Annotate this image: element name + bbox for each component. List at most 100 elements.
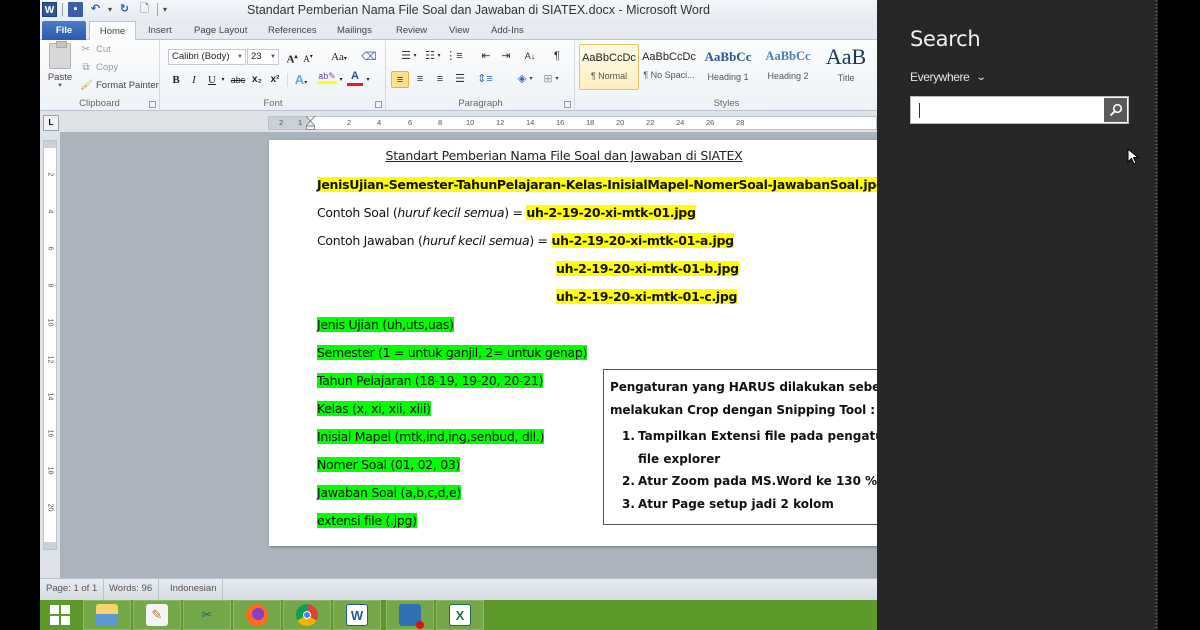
start-button[interactable] bbox=[40, 600, 80, 630]
bold-button[interactable]: B bbox=[169, 72, 183, 88]
style-sample: AaBbCc bbox=[704, 49, 752, 64]
tab-file[interactable]: File bbox=[42, 21, 86, 40]
taskbar-chrome[interactable] bbox=[283, 600, 331, 630]
strikethrough-button[interactable]: abc bbox=[229, 72, 247, 88]
document-page[interactable]: Standart Pemberian Nama File Soal dan Ja… bbox=[269, 140, 877, 546]
document-area[interactable]: Standart Pemberian Nama File Soal dan Ja… bbox=[60, 132, 877, 578]
paste-button[interactable]: Paste ▼ bbox=[45, 41, 75, 93]
highlight-color-button[interactable]: ab✎ bbox=[317, 70, 337, 86]
word-count[interactable]: Words: 96 bbox=[103, 579, 160, 600]
tab-view[interactable]: View bbox=[441, 21, 477, 40]
indent-marker-icon[interactable] bbox=[306, 116, 315, 130]
legend-item: extensi file (.jpg) bbox=[317, 513, 417, 528]
ruler-label: 20 bbox=[46, 503, 54, 512]
legend-item: Jawaban Soal (a,b,c,d,e) bbox=[317, 485, 461, 500]
font-group-label: Font bbox=[263, 98, 283, 109]
font-color-button[interactable]: A bbox=[347, 70, 363, 86]
clipboard-group: Paste ▼ ✂ Cut ⧉ Copy 🖌 Format Painter Cl… bbox=[40, 40, 160, 111]
instruction-step: 1.Tampilkan Extensi file pada pengaturan… bbox=[610, 425, 877, 470]
bullets-dropdown-icon[interactable]: ▾ bbox=[411, 48, 419, 65]
tab-mailings[interactable]: Mailings bbox=[329, 21, 380, 40]
font-color-dropdown-icon[interactable]: ▾ bbox=[364, 72, 372, 88]
highlight-dropdown-icon[interactable]: ▾ bbox=[337, 72, 345, 88]
filename-format-line: JenisUjian-Semester-TahunPelajaran-Kelas… bbox=[317, 177, 877, 192]
taskbar-notepad[interactable]: ✎ bbox=[133, 600, 181, 630]
numbering-dropdown-icon[interactable]: ▾ bbox=[435, 48, 443, 65]
style-heading-2[interactable]: AaBbCc Heading 2 bbox=[758, 44, 818, 90]
separator bbox=[287, 73, 288, 87]
align-left-button[interactable]: ≡ bbox=[391, 71, 409, 88]
taskbar-excel[interactable]: X bbox=[436, 600, 484, 630]
superscript-button[interactable]: x² bbox=[268, 72, 282, 88]
paragraph-dialog-launcher-icon[interactable] bbox=[564, 101, 571, 108]
page-count[interactable]: Page: 1 of 1 bbox=[40, 579, 105, 600]
legend-text: Inisial Mapel (mtk,ind,ing,senbud, dll.) bbox=[317, 429, 545, 444]
jawaban-example-filename: uh-2-19-20-xi-mtk-01-a.jpg bbox=[551, 233, 734, 248]
align-center-icon: ≡ bbox=[416, 73, 424, 85]
status-bar: Page: 1 of 1 Words: 96 Indonesian bbox=[40, 578, 877, 600]
clear-formatting-icon: ⌫ bbox=[361, 51, 377, 63]
decrease-indent-button[interactable]: ⇤ bbox=[477, 48, 495, 65]
taskbar-file-explorer[interactable] bbox=[83, 600, 131, 630]
snipping-tool-icon: ✂ bbox=[201, 607, 213, 622]
align-center-button[interactable]: ≡ bbox=[411, 71, 429, 88]
borders-dropdown-icon[interactable]: ▾ bbox=[553, 71, 561, 88]
taskbar-firefox[interactable] bbox=[233, 600, 281, 630]
legend-text: Jenis Ujian (uh,uts,uas) bbox=[317, 317, 454, 332]
format-painter-label: Format Painter bbox=[96, 80, 159, 91]
increase-indent-button[interactable]: ⇥ bbox=[497, 48, 515, 65]
ruler-margin-left bbox=[269, 117, 310, 129]
italic-button[interactable]: I bbox=[187, 72, 201, 88]
font-color-icon: A bbox=[351, 70, 359, 82]
language[interactable]: Indonesian bbox=[164, 579, 224, 600]
tab-add-ins[interactable]: Add-Ins bbox=[483, 21, 532, 40]
multilevel-list-button[interactable]: ⋮≡ bbox=[445, 48, 463, 65]
format-painter-button[interactable]: 🖌 Format Painter bbox=[80, 80, 159, 91]
style-title[interactable]: AaB Title bbox=[816, 44, 876, 90]
cut-button[interactable]: ✂ Cut bbox=[80, 44, 111, 55]
tab-references[interactable]: References bbox=[260, 21, 325, 40]
taskbar-word[interactable]: W bbox=[333, 600, 381, 630]
paste-dropdown-icon[interactable]: ▼ bbox=[45, 83, 75, 89]
instructions-textbox[interactable]: Pengaturan yang HARUS dilakukan sebelum … bbox=[603, 369, 877, 525]
font-size-select[interactable]: 23 ▼ bbox=[247, 49, 279, 65]
style-normal[interactable]: AaBbCcDc ¶ Normal bbox=[579, 44, 639, 90]
tab-home[interactable]: Home bbox=[89, 21, 136, 41]
font-group: Calibri (Body) ▼ 23 ▼ A▴ A▾ Aa▾ ⌫ B I U … bbox=[161, 40, 386, 111]
search-scope-dropdown[interactable]: Everywhere ⌄ bbox=[910, 70, 987, 84]
step-number: 1. bbox=[622, 429, 635, 443]
shading-dropdown-icon[interactable]: ▾ bbox=[527, 71, 535, 88]
clear-formatting-button[interactable]: ⌫ bbox=[360, 49, 378, 65]
change-case-button[interactable]: Aa▾ bbox=[328, 49, 350, 65]
horizontal-ruler[interactable]: 2 1 2 4 6 8 10 12 14 16 18 20 22 24 26 2… bbox=[268, 116, 877, 130]
vertical-ruler[interactable]: 2 4 6 8 10 12 14 16 18 20 bbox=[43, 140, 57, 550]
text-effects-button[interactable]: A▾ bbox=[292, 72, 310, 88]
grow-font-button[interactable]: A▴ bbox=[285, 49, 299, 66]
sort-button[interactable]: A↓ bbox=[521, 48, 539, 65]
search-input[interactable] bbox=[911, 97, 1101, 123]
show-formatting-button[interactable]: ¶ bbox=[548, 48, 566, 65]
style-heading-1[interactable]: AaBbCc Heading 1 bbox=[698, 44, 758, 90]
font-dialog-launcher-icon[interactable] bbox=[375, 101, 382, 108]
search-button[interactable] bbox=[1104, 98, 1127, 122]
underline-dropdown-icon[interactable]: ▾ bbox=[219, 72, 227, 88]
style-no-spacing[interactable]: AaBbCcDc ¶ No Spaci... bbox=[639, 44, 699, 90]
align-right-button[interactable]: ≡ bbox=[431, 71, 449, 88]
tab-insert[interactable]: Insert bbox=[140, 21, 180, 40]
font-name-select[interactable]: Calibri (Body) ▼ bbox=[168, 49, 246, 65]
tab-review[interactable]: Review bbox=[388, 21, 435, 40]
underline-button[interactable]: U bbox=[205, 72, 219, 88]
tab-page-layout[interactable]: Page Layout bbox=[186, 21, 255, 40]
subscript-button[interactable]: x₂ bbox=[250, 72, 264, 88]
shrink-font-button[interactable]: A▾ bbox=[302, 49, 314, 65]
copy-button[interactable]: ⧉ Copy bbox=[80, 62, 118, 73]
ruler-label: 4 bbox=[46, 209, 54, 214]
line-spacing-button[interactable]: ⇕≡ bbox=[476, 71, 494, 88]
legend-item: Semester (1 = untuk ganjil, 2= untuk gen… bbox=[317, 345, 587, 360]
tab-selector-button[interactable]: L bbox=[43, 115, 59, 131]
clipboard-dialog-launcher-icon[interactable] bbox=[149, 101, 156, 108]
numbered-list-icon: ☷ bbox=[425, 50, 435, 62]
taskbar-snipping-tool[interactable]: ✂ bbox=[183, 600, 231, 630]
justify-button[interactable]: ☰ bbox=[451, 71, 469, 88]
taskbar-remote-desktop[interactable] bbox=[386, 600, 434, 630]
